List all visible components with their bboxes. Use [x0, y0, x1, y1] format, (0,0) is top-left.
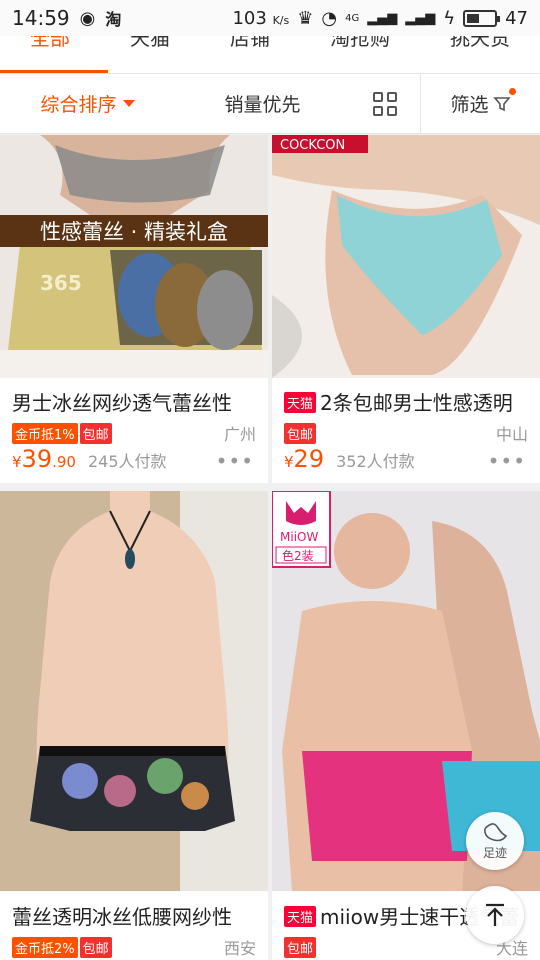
free-shipping-tag: 包邮	[79, 423, 112, 444]
sales-count: 245人付款	[87, 452, 167, 471]
tab-pick[interactable]: 挑天货	[450, 36, 510, 51]
caret-down-icon	[122, 100, 135, 107]
tab-tmall[interactable]: 天猫	[130, 36, 170, 51]
price-row: ¥ 39 .90 245人付款	[12, 445, 167, 473]
grid-view-icon	[373, 91, 397, 116]
taobao-icon: 淘	[105, 10, 122, 29]
currency: ¥	[12, 453, 22, 471]
tab-flash-sale[interactable]: 淘抢购	[330, 36, 390, 51]
brand-logo-text: MiiOW	[280, 530, 318, 544]
signal-icon: ▂▄▆	[367, 10, 398, 26]
tmall-badge: 天猫	[284, 392, 317, 413]
tmall-badge: 天猫	[284, 906, 317, 927]
free-shipping-tag: 包邮	[284, 937, 317, 958]
product-title: 男士冰丝网纱透气蕾丝性	[12, 391, 232, 415]
location: 西安	[223, 939, 256, 958]
footprint-button[interactable]: 足迹	[466, 812, 524, 870]
product-image	[0, 491, 268, 891]
tags: 包邮	[284, 937, 317, 958]
sort-comprehensive[interactable]: 综合排序	[0, 74, 175, 133]
product-image: COCKCON	[272, 135, 540, 378]
sort-sales-first[interactable]: 销量优先	[175, 74, 350, 133]
category-tabs: 全部 天猫 店铺 淘抢购 挑天货	[0, 36, 540, 74]
product-title: 蕾丝透明冰丝低腰网纱性	[12, 905, 232, 929]
charging-icon: ϟ	[443, 7, 456, 29]
sort-comprehensive-label: 综合排序	[40, 94, 117, 116]
view-toggle-button[interactable]	[350, 74, 420, 133]
free-shipping-tag: 包邮	[79, 937, 112, 958]
tags: 金币抵2% 包邮	[12, 937, 112, 958]
location: 广州	[223, 425, 256, 444]
sort-bar: 综合排序 销量优先 筛选	[0, 73, 540, 134]
product-image: 365	[0, 135, 268, 378]
svg-text:365: 365	[40, 271, 82, 295]
network-type: 4G	[345, 12, 360, 24]
location: 中山	[495, 425, 528, 444]
free-shipping-tag: 包邮	[284, 423, 317, 444]
footprint-label: 足迹	[482, 845, 507, 860]
back-to-top-button[interactable]	[466, 886, 524, 944]
network-speed: 103 K/s	[232, 7, 290, 29]
crown-icon: ♛	[297, 7, 314, 29]
battery-level: 47	[505, 7, 528, 29]
more-icon[interactable]: •••	[216, 449, 254, 473]
banner: 性感蕾丝 · 精装礼盒	[0, 215, 268, 247]
tab-shops[interactable]: 店铺	[230, 36, 270, 51]
coin-tag: 金币抵1%	[12, 423, 78, 444]
sort-sales-first-label: 销量优先	[224, 94, 301, 116]
product-card[interactable]: 蕾丝透明冰丝低腰网纱性 金币抵2% 包邮 西安	[0, 491, 268, 960]
more-icon[interactable]: •••	[488, 449, 526, 473]
product-card[interactable]: COCKCON 天猫 2条包邮男士性感透明 包邮 中山 ¥ 29 352人付款 •…	[272, 135, 540, 483]
weibo-icon: ◉	[79, 7, 96, 29]
coin-tag: 金币抵2%	[12, 937, 78, 958]
price-row: ¥ 29 352人付款	[284, 445, 415, 473]
brand-sub-text: 色2装	[282, 549, 314, 563]
price-integer: 29	[293, 445, 325, 473]
battery-icon	[463, 9, 501, 27]
currency: ¥	[284, 453, 294, 471]
wifi-icon: ◔	[321, 7, 338, 29]
tags: 金币抵1% 包邮	[12, 423, 112, 444]
status-bar: 14:59 ◉ 淘 103 K/s ♛ ◔ 4G ▂▄▆ ▂▄▆ ϟ 47	[0, 0, 540, 36]
price-decimal: .90	[52, 453, 76, 471]
active-tab-indicator	[0, 70, 108, 73]
filter-badge-dot	[509, 88, 516, 95]
product-card[interactable]: 365 性感蕾丝 · 精装礼盒 男士冰丝网纱透气蕾丝性 金币抵1% 包邮 广州 …	[0, 135, 268, 483]
brand-label: COCKCON	[280, 138, 345, 153]
price-integer: 39	[21, 445, 53, 473]
tags: 包邮	[284, 423, 317, 444]
filter-icon	[492, 96, 511, 111]
tab-all[interactable]: 全部	[30, 36, 70, 51]
status-time: 14:59	[12, 6, 70, 30]
sales-count: 352人付款	[336, 452, 415, 471]
filter-button[interactable]: 筛选	[421, 74, 540, 133]
filter-label: 筛选	[450, 94, 489, 116]
footprint-icon	[484, 822, 508, 841]
signal2-icon: ▂▄▆	[405, 10, 436, 26]
arrow-up-icon	[486, 903, 504, 926]
product-title: 天猫 2条包邮男士性感透明	[284, 387, 532, 416]
